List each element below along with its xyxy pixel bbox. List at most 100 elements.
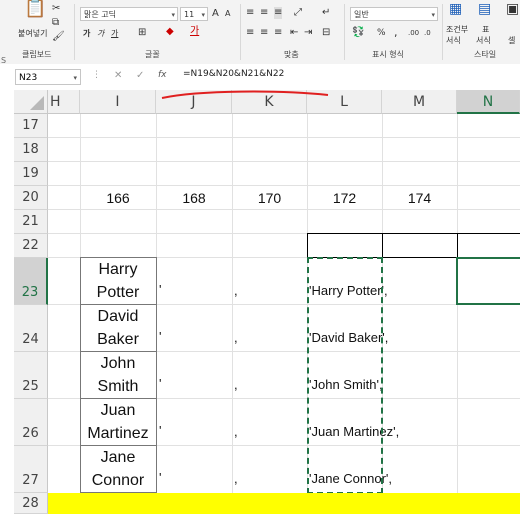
cell-m20[interactable]: 174 <box>382 186 457 210</box>
align-bottom-icon[interactable]: ≡ <box>274 7 283 19</box>
font-color-icon[interactable]: 가 <box>190 26 199 38</box>
row22-border-m <box>382 233 383 258</box>
row-header-19[interactable]: 19 <box>14 162 48 186</box>
clipboard-group-label: 클립보드 <box>22 50 52 59</box>
cell-k27[interactable]: , <box>234 471 238 486</box>
row-header-20[interactable]: 20 <box>14 186 48 210</box>
cell-j26[interactable]: ' <box>159 423 161 438</box>
cell-i24[interactable]: David Baker <box>80 305 156 351</box>
row-header-21[interactable]: 21 <box>14 210 48 234</box>
conditional-format-label[interactable]: 조건부 <box>446 24 468 35</box>
number-format-select[interactable]: 일반 ▾ <box>350 7 438 21</box>
insert-function-icon[interactable]: fx <box>158 70 167 80</box>
wrap-text-icon[interactable]: ↵ <box>322 7 330 19</box>
cell-style-icon[interactable]: ▣ <box>506 2 519 16</box>
formula-input[interactable]: =N19&N20&N21&N22 <box>183 69 284 79</box>
bold-button[interactable]: 가 <box>83 28 90 39</box>
cell-k20[interactable]: 170 <box>232 186 307 210</box>
paste-button-label[interactable]: 붙여넣기 <box>18 28 47 39</box>
column-header-n[interactable]: N <box>457 90 520 114</box>
cell-l20[interactable]: 172 <box>307 186 382 210</box>
column-header-h[interactable]: H <box>48 90 80 114</box>
decrease-font-icon[interactable]: A <box>225 8 230 20</box>
underline-button[interactable]: 가 <box>111 28 118 39</box>
conditional-format-icon[interactable]: ▦ <box>449 2 462 16</box>
currency-icon[interactable]: 💱 <box>352 27 364 39</box>
indent-decrease-icon[interactable]: ⇤ <box>290 27 298 39</box>
align-group-label: 맞춤 <box>284 50 299 59</box>
row-header-28[interactable]: 28 <box>14 493 48 514</box>
comma-button[interactable]: , <box>394 26 398 39</box>
table-format-sub[interactable]: 서식 <box>476 35 491 46</box>
gridline <box>48 161 520 162</box>
cell-i27[interactable]: Jane Connor <box>80 446 156 492</box>
chevron-down-icon: ▾ <box>171 11 175 19</box>
active-cell-n23[interactable] <box>456 257 520 305</box>
italic-button[interactable]: 가 <box>97 28 104 39</box>
column-header-m[interactable]: M <box>382 90 457 114</box>
align-center-icon[interactable]: ≡ <box>260 27 268 39</box>
left-edge: S <box>0 56 15 514</box>
cancel-icon[interactable]: ✕ <box>114 70 122 81</box>
cell-style-label[interactable]: 셀 <box>508 35 515 46</box>
cell-i23[interactable]: Harry Potter <box>80 258 156 304</box>
cell-i20[interactable]: 166 <box>80 186 156 210</box>
cell-k24[interactable]: , <box>234 330 238 345</box>
chevron-down-icon: ▾ <box>431 11 435 19</box>
conditional-format-sub[interactable]: 서식 <box>446 35 461 46</box>
corner-triangle-icon <box>30 96 44 110</box>
enter-icon[interactable]: ✓ <box>136 70 144 81</box>
increase-decimal-icon[interactable]: .00 <box>408 27 419 39</box>
align-left-icon[interactable]: ≡ <box>246 27 254 39</box>
name-first: Jane <box>100 449 136 466</box>
fill-color-icon[interactable]: ◆ <box>166 26 174 38</box>
row-header-18[interactable]: 18 <box>14 138 48 162</box>
annotation-underline <box>161 90 329 99</box>
cell-j25[interactable]: ' <box>159 376 161 391</box>
font-name-select[interactable]: 맑은 고딕 ▾ <box>80 7 178 21</box>
row-header-27[interactable]: 27 <box>14 446 48 493</box>
format-painter-icon[interactable]: 🖌 <box>52 31 65 43</box>
cell-j27[interactable]: ' <box>159 470 161 485</box>
cell-k26[interactable]: , <box>234 424 238 439</box>
table-format-icon[interactable]: ▤ <box>478 2 491 16</box>
font-name-value: 맑은 고딕 <box>84 10 116 19</box>
align-middle-icon[interactable]: ≡ <box>260 7 268 19</box>
row22-border-l <box>307 233 308 258</box>
orientation-icon[interactable]: ⤢ <box>294 7 302 19</box>
cell-i26[interactable]: Juan Martinez <box>80 399 156 445</box>
cut-icon[interactable]: ✂ <box>52 3 60 15</box>
row-header-23[interactable]: 23 <box>14 258 48 305</box>
cell-k23[interactable]: , <box>234 283 238 298</box>
name-box[interactable]: N23 ▾ <box>15 69 81 85</box>
worksheet-grid[interactable]: S H I J K L M N 17 18 19 20 21 22 23 24 … <box>0 56 520 514</box>
row-header-17[interactable]: 17 <box>14 114 48 138</box>
increase-font-icon[interactable]: A <box>212 8 219 20</box>
cell-i25[interactable]: John Smith <box>80 352 156 398</box>
border-icon[interactable]: ⊞ <box>138 27 146 39</box>
cell-j23[interactable]: ' <box>159 282 161 297</box>
align-right-icon[interactable]: ≡ <box>274 27 282 39</box>
row-header-24[interactable]: 24 <box>14 305 48 352</box>
align-top-icon[interactable]: ≡ <box>246 7 254 19</box>
indent-increase-icon[interactable]: ⇥ <box>304 27 312 39</box>
percent-button[interactable]: % <box>377 28 386 38</box>
select-all-corner[interactable] <box>14 90 48 114</box>
column-header-i[interactable]: I <box>80 90 156 114</box>
row-header-22[interactable]: 22 <box>14 234 48 258</box>
font-size-select[interactable]: 11 ▾ <box>180 7 208 21</box>
decrease-decimal-icon[interactable]: .0 <box>424 27 431 39</box>
table-format-label[interactable]: 표 <box>482 24 489 35</box>
merge-center-icon[interactable]: ⊟ <box>322 27 330 39</box>
cell-k25[interactable]: , <box>234 377 238 392</box>
cell-j24[interactable]: ' <box>159 329 161 344</box>
copy-icon[interactable]: ⧉ <box>52 17 59 29</box>
row22-border-n <box>457 233 458 258</box>
name-box-value: N23 <box>19 73 38 83</box>
chevron-down-icon: ▾ <box>201 11 205 19</box>
formula-bar-menu-icon: ⋮ <box>92 70 101 80</box>
paste-icon[interactable]: 📋 <box>24 0 46 25</box>
row-header-26[interactable]: 26 <box>14 399 48 446</box>
row-header-25[interactable]: 25 <box>14 352 48 399</box>
cell-j20[interactable]: 168 <box>156 186 232 210</box>
